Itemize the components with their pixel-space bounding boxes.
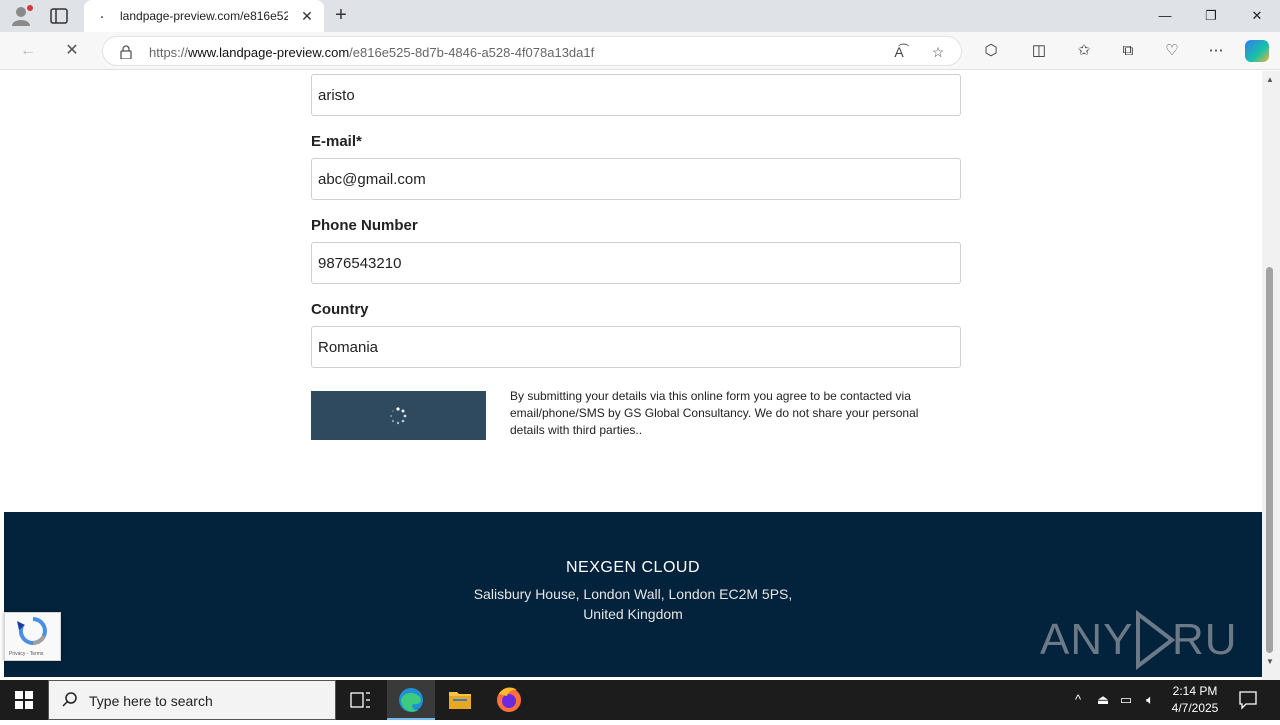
scrollbar-thumb[interactable] [1266,267,1273,653]
email-input-value: abc@gmail.com [318,171,426,188]
consent-text: By submitting your details via this onli… [510,389,919,437]
tab-title: landpage-preview.com/e816e525 [120,9,288,23]
close-window-button[interactable]: ✕ [1234,0,1280,32]
url-text[interactable]: https://www.landpage-preview.com/e816e52… [149,45,594,60]
phone-input-value: 9876543210 [318,255,402,272]
footer-address: Salisbury House, London Wall, London EC2… [473,586,793,622]
show-hidden-icons-icon[interactable]: ^ [1068,690,1088,710]
copilot-icon[interactable] [1245,40,1269,62]
tab-favicon: . [99,5,105,22]
phone-input[interactable]: 9876543210 [311,242,961,284]
clock-date: 4/7/2025 [1171,701,1219,715]
lock-icon[interactable] [119,45,133,60]
tab-close-icon[interactable]: ✕ [298,7,316,25]
favorite-star-icon[interactable]: ☆ [928,43,948,61]
browser-tab-bar: . landpage-preview.com/e816e525 ✕ + — ❐ … [0,0,1280,32]
active-tab[interactable]: . landpage-preview.com/e816e525 ✕ [84,0,324,32]
country-label: Country [311,301,369,318]
phone-label: Phone Number [311,217,418,234]
notification-icon[interactable] [1236,688,1260,712]
collections-icon[interactable]: ⧉ [1117,41,1139,61]
page-viewport: aristo E-mail* abc@gmail.com Phone Numbe… [0,71,1280,680]
minimize-button[interactable]: — [1142,0,1188,32]
clock-time: 2:14 PM [1172,684,1218,698]
volume-icon[interactable]: 🔈︎ [1140,690,1160,710]
search-placeholder: Type here to search [89,693,213,709]
new-tab-button[interactable]: + [330,4,352,26]
search-icon [61,691,79,709]
taskbar-search-box[interactable]: Type here to search [48,680,336,720]
edge-taskbar-icon[interactable] [387,680,435,720]
taskbar-clock[interactable]: 2:14 PM 4/7/2025 [1162,683,1228,717]
profile-icon[interactable] [8,4,34,28]
country-input[interactable]: Romania [311,326,961,368]
svg-text:ANY: ANY [1040,615,1133,664]
file-explorer-icon[interactable] [436,680,484,720]
read-aloud-icon[interactable]: A͡ [889,43,909,61]
extensions-icon[interactable]: ⬡ [980,41,1002,61]
name-input-value: aristo [318,87,355,104]
firefox-icon[interactable] [485,680,533,720]
network-icon[interactable]: ▭ [1116,690,1136,710]
name-input[interactable]: aristo [311,74,961,116]
email-input[interactable]: abc@gmail.com [311,158,961,200]
scroll-up-icon[interactable]: ▲ [1264,75,1276,87]
page-scrollbar[interactable]: ▲ ▼ [1262,71,1280,680]
country-input-value: Romania [318,339,379,356]
page-footer: NEXGEN CLOUD Salisbury House, London Wal… [4,512,1269,677]
browser-toolbar: ← ✕ https://www.landpage-preview.com/e81… [0,32,1280,70]
usb-device-icon[interactable]: ⏏ [1093,690,1113,710]
scroll-down-icon[interactable]: ▼ [1264,657,1276,669]
email-label: E-mail* [311,133,362,150]
loading-spinner-icon [389,407,407,425]
submit-button[interactable] [311,391,486,440]
restore-button[interactable]: ❐ [1188,0,1234,32]
browser-essentials-icon[interactable]: ♡ [1161,41,1183,61]
recaptcha-badge[interactable]: Privacy - Terms [4,612,61,661]
tab-actions-icon[interactable] [48,6,70,26]
recaptcha-icon [17,617,47,646]
address-bar[interactable]: https://www.landpage-preview.com/e816e52… [102,36,962,66]
svg-text:RUN: RUN [1172,615,1240,664]
recaptcha-terms[interactable]: Privacy - Terms [9,651,43,657]
windows-taskbar: Type here to search ^ ⏏ ▭ 🔈︎ 2:14 PM 4/7… [0,680,1280,720]
more-menu-icon[interactable]: ⋯ [1205,41,1227,61]
back-button[interactable]: ← [16,39,40,63]
anyrun-watermark-logo: ANY RUN [1040,608,1269,672]
split-screen-icon[interactable]: ◫ [1028,41,1050,61]
footer-brand: NEXGEN CLOUD [565,559,701,576]
favorites-icon[interactable]: ✩ [1073,41,1095,61]
task-view-icon[interactable] [336,680,384,720]
stop-loading-button[interactable]: ✕ [60,39,84,63]
windows-logo-icon [15,691,33,709]
start-button[interactable] [0,680,48,720]
